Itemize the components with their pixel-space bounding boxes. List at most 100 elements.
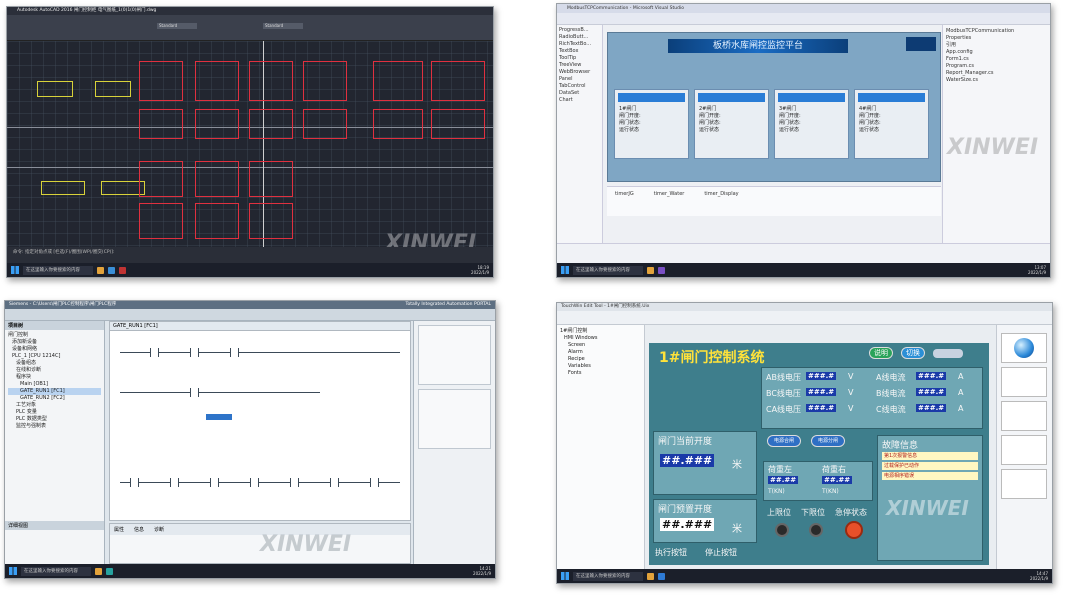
tree-item[interactable]: 程序块	[8, 374, 101, 381]
solution-item[interactable]: WaterSize.cs	[946, 77, 1047, 84]
instructions-list[interactable]	[418, 325, 491, 385]
hmi-tree-item[interactable]: Fonts	[560, 370, 641, 377]
screen-thumbnail[interactable]	[1001, 435, 1047, 465]
autocad-command-line[interactable]: 命令: 指定对角点或 [栏选(F)/圈围(WP)/圈交(CP)]:	[7, 247, 493, 263]
tree-item[interactable]: GATE_RUN2 [FC2]	[8, 395, 101, 402]
ladder-contact[interactable]	[170, 478, 179, 487]
ladder-contact[interactable]	[130, 478, 139, 487]
tree-item[interactable]: 设备和网络	[8, 346, 101, 353]
drawing-block[interactable]	[431, 109, 485, 139]
autocad-drawing-area[interactable]: XINWEI	[7, 41, 493, 256]
solution-item[interactable]: Program.cs	[946, 63, 1047, 70]
toolbox-item[interactable]: RadioButt...	[559, 34, 600, 41]
windows-start-icon[interactable]	[9, 567, 17, 575]
drawing-block[interactable]	[431, 61, 485, 101]
hmi-tree-item[interactable]: Screen	[560, 342, 641, 349]
basic-instructions[interactable]	[418, 389, 491, 449]
timer-component[interactable]: timerJG	[615, 191, 634, 197]
drawing-block[interactable]	[195, 109, 239, 139]
file-explorer-icon[interactable]	[95, 567, 102, 575]
tia-ladder-editor[interactable]: GATE_RUN1 [FC1]	[109, 321, 411, 521]
toolbox-item[interactable]: TreeView	[559, 62, 600, 69]
drawing-block[interactable]	[195, 161, 239, 197]
toolbox-item[interactable]: RichTextBo...	[559, 41, 600, 48]
drawing-block[interactable]	[249, 61, 293, 101]
tab-properties[interactable]: 属性	[114, 526, 124, 533]
ladder-contact[interactable]	[150, 348, 159, 357]
ladder-contact[interactable]	[230, 348, 239, 357]
hmi-tree-item[interactable]: HMI Windows	[560, 335, 641, 342]
block-tab[interactable]: GATE_RUN1 [FC1]	[110, 322, 410, 331]
tree-item[interactable]: PLC_1 [CPU 1214C]	[8, 353, 101, 360]
drawing-block[interactable]	[139, 61, 183, 101]
drawing-block[interactable]	[139, 109, 183, 139]
drawing-block[interactable]	[249, 203, 293, 239]
solution-item[interactable]: Form1.cs	[946, 56, 1047, 63]
drawing-block[interactable]	[373, 109, 423, 139]
solution-item[interactable]: 引用	[946, 42, 1047, 49]
drawing-block[interactable]	[195, 61, 239, 101]
ladder-contact[interactable]	[370, 478, 379, 487]
tree-item[interactable]: 闸门控制	[8, 332, 101, 339]
taskbar-search-input[interactable]: 在这里输入你要搜索的内容	[573, 265, 643, 275]
toolbox-item[interactable]: TextBox	[559, 48, 600, 55]
hmi-tree-item[interactable]: Variables	[560, 363, 641, 370]
file-explorer-icon[interactable]	[647, 572, 654, 580]
toolbox-item[interactable]: ToolTip	[559, 55, 600, 62]
tree-item-selected[interactable]: GATE_RUN1 [FC1]	[8, 388, 101, 395]
ladder-contact[interactable]	[250, 478, 259, 487]
toolbox-item[interactable]: Chart	[559, 97, 600, 104]
hmi-menu-bar[interactable]	[557, 311, 1052, 325]
screen-thumbnail[interactable]	[1001, 333, 1047, 363]
screen-thumbnail[interactable]	[1001, 469, 1047, 499]
tree-item[interactable]: 添加新设备	[8, 339, 101, 346]
tree-item[interactable]: 在线和诊断	[8, 367, 101, 374]
tree-item[interactable]: PLC 数据类型	[8, 416, 101, 423]
selected-operand[interactable]	[206, 414, 232, 420]
taskbar-search-input[interactable]: 在这里输入你要搜索的内容	[21, 566, 91, 576]
screen-thumbnail[interactable]	[1001, 401, 1047, 431]
drawing-block[interactable]	[139, 161, 183, 197]
tree-item[interactable]: 工艺对象	[8, 402, 101, 409]
hmi-tree-item[interactable]: 1#闸门控制	[560, 328, 641, 335]
timer-component[interactable]: timer_Display	[704, 191, 738, 197]
layer-dropdown[interactable]: Standard	[157, 23, 197, 29]
toolbox-item[interactable]: Panel	[559, 76, 600, 83]
tia-toolbar[interactable]	[5, 309, 495, 321]
gate-panel[interactable]: 4#闸门 闸门开度: 闸门状态: 运行状态	[854, 89, 929, 159]
drawing-block[interactable]	[249, 161, 293, 197]
taskbar-search-input[interactable]: 在这里输入你要搜索的内容	[573, 571, 643, 581]
tia-portal-icon[interactable]	[106, 567, 113, 575]
timer-component[interactable]: timer_Water	[654, 191, 685, 197]
tree-item[interactable]: PLC 变量	[8, 409, 101, 416]
solution-item[interactable]: Properties	[946, 35, 1047, 42]
windows-start-icon[interactable]	[561, 572, 569, 580]
ladder-contact[interactable]	[330, 478, 339, 487]
drawing-block[interactable]	[249, 109, 293, 139]
file-explorer-icon[interactable]	[647, 266, 654, 274]
drawing-block[interactable]	[195, 203, 239, 239]
vs-toolbar[interactable]	[557, 13, 1050, 25]
toolbox-item[interactable]: TabControl	[559, 83, 600, 90]
power-off-button[interactable]: 电源分闸	[811, 435, 845, 447]
toolbox-item[interactable]: WebBrowser	[559, 69, 600, 76]
gate-panel[interactable]: 2#闸门 闸门开度: 闸门状态: 运行状态	[694, 89, 769, 159]
touchwin-icon[interactable]	[658, 572, 665, 580]
windows-start-icon[interactable]	[561, 266, 569, 274]
back-arrow-icon[interactable]	[933, 349, 963, 358]
solution-item[interactable]: App.config	[946, 49, 1047, 56]
switch-button[interactable]: 切换	[901, 347, 925, 359]
vs-form-designer[interactable]: 板桥水库闸控监控平台 1#闸门 闸门开度: 闸门状态: 运行状态 2#闸门 闸门…	[607, 32, 941, 182]
tab-info[interactable]: 信息	[134, 526, 144, 533]
solution-item[interactable]: Report_Manager.cs	[946, 70, 1047, 77]
drawing-block[interactable]	[303, 61, 347, 101]
visual-studio-icon[interactable]	[658, 266, 665, 274]
power-on-button[interactable]: 电源合闸	[767, 435, 801, 447]
edge-icon[interactable]	[108, 266, 115, 274]
solution-item[interactable]: ModbusTCPCommunication	[946, 28, 1047, 35]
gate-preset-input[interactable]: ##.###	[660, 518, 715, 531]
autocad-icon[interactable]	[119, 266, 126, 274]
drawing-block[interactable]	[303, 109, 347, 139]
layer-dropdown-2[interactable]: Standard	[263, 23, 303, 29]
tree-item[interactable]: 设备组态	[8, 360, 101, 367]
